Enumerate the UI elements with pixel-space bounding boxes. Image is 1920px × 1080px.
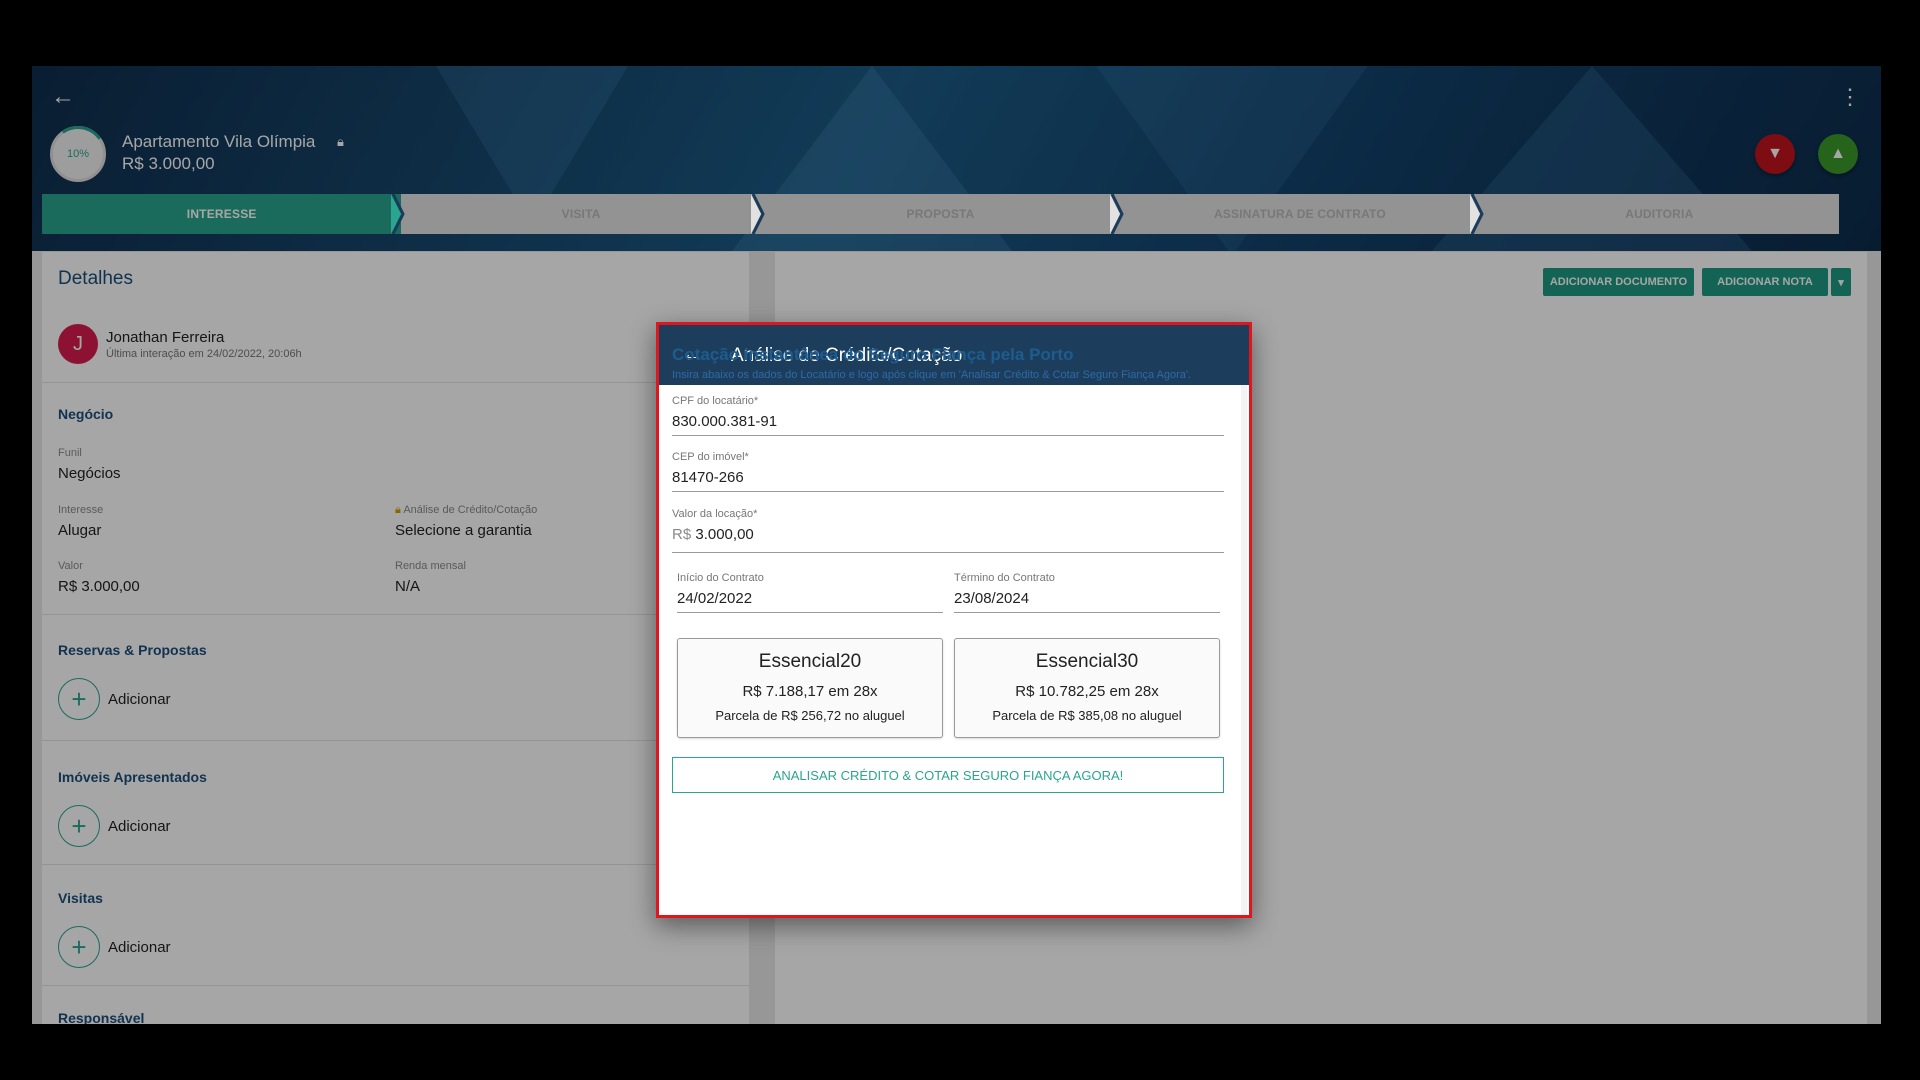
step-chevron: [750, 194, 765, 234]
dialog-scrollbar[interactable]: [1241, 385, 1247, 915]
analyze-credit-button[interactable]: ANALISAR CRÉDITO & COTAR SEGURO FIANÇA A…: [672, 757, 1224, 793]
plan-price: R$ 7.188,17 em 28x: [742, 683, 878, 700]
cpf-label: CPF do locatário*: [672, 395, 759, 407]
plan-card-essencial20[interactable]: Essencial20 R$ 7.188,17 em 28x Parcela d…: [677, 638, 943, 738]
cep-label: CEP do imóvel*: [672, 451, 749, 463]
plan-parcel: Parcela de R$ 385,08 no aluguel: [992, 708, 1182, 723]
valor-locacao-label: Valor da locação*: [672, 508, 758, 520]
valor-locacao-value: 3.000,00: [695, 526, 754, 543]
step-chevron: [391, 194, 406, 234]
credit-analysis-dialog: ← Análise de Crédito/Cotação Cotação ins…: [656, 322, 1252, 918]
plan-parcel: Parcela de R$ 256,72 no aluguel: [715, 708, 905, 723]
app-window: ← ⋮ 10% Apartamento Vila Olímpia 🔒︎ R$ 3…: [32, 66, 1881, 1024]
cep-field[interactable]: CEP do imóvel* 81470-266: [672, 451, 1224, 492]
inicio-label: Início do Contrato: [677, 572, 764, 584]
quote-heading: Cotação instantânea do Seguro Fiança pel…: [672, 345, 1074, 364]
valor-locacao-field[interactable]: Valor da locação* R$ 3.000,00: [672, 508, 1224, 553]
cpf-value[interactable]: 830.000.381-91: [672, 413, 1224, 435]
plan-name: Essencial30: [1035, 651, 1139, 672]
currency-prefix: R$: [672, 526, 692, 543]
step-chevron: [1110, 194, 1124, 234]
termino-value[interactable]: 23/08/2024: [954, 590, 1220, 612]
plan-card-essencial30[interactable]: Essencial30 R$ 10.782,25 em 28x Parcela …: [954, 638, 1220, 738]
plan-name: Essencial20: [758, 651, 862, 672]
step-chevron: [1469, 194, 1484, 234]
cep-value[interactable]: 81470-266: [672, 469, 1224, 491]
valor-locacao-input[interactable]: R$ 3.000,00: [672, 526, 1224, 548]
plan-price: R$ 10.782,25 em 28x: [1015, 683, 1159, 700]
inicio-contrato-field[interactable]: Início do Contrato 24/02/2022: [677, 572, 943, 613]
cpf-field[interactable]: CPF do locatário* 830.000.381-91: [672, 395, 1224, 436]
quote-subheading: Insira abaixo os dados do Locatário e lo…: [672, 369, 1192, 381]
termino-label: Término do Contrato: [954, 572, 1055, 584]
inicio-value[interactable]: 24/02/2022: [677, 590, 943, 612]
termino-contrato-field[interactable]: Término do Contrato 23/08/2024: [954, 572, 1220, 613]
